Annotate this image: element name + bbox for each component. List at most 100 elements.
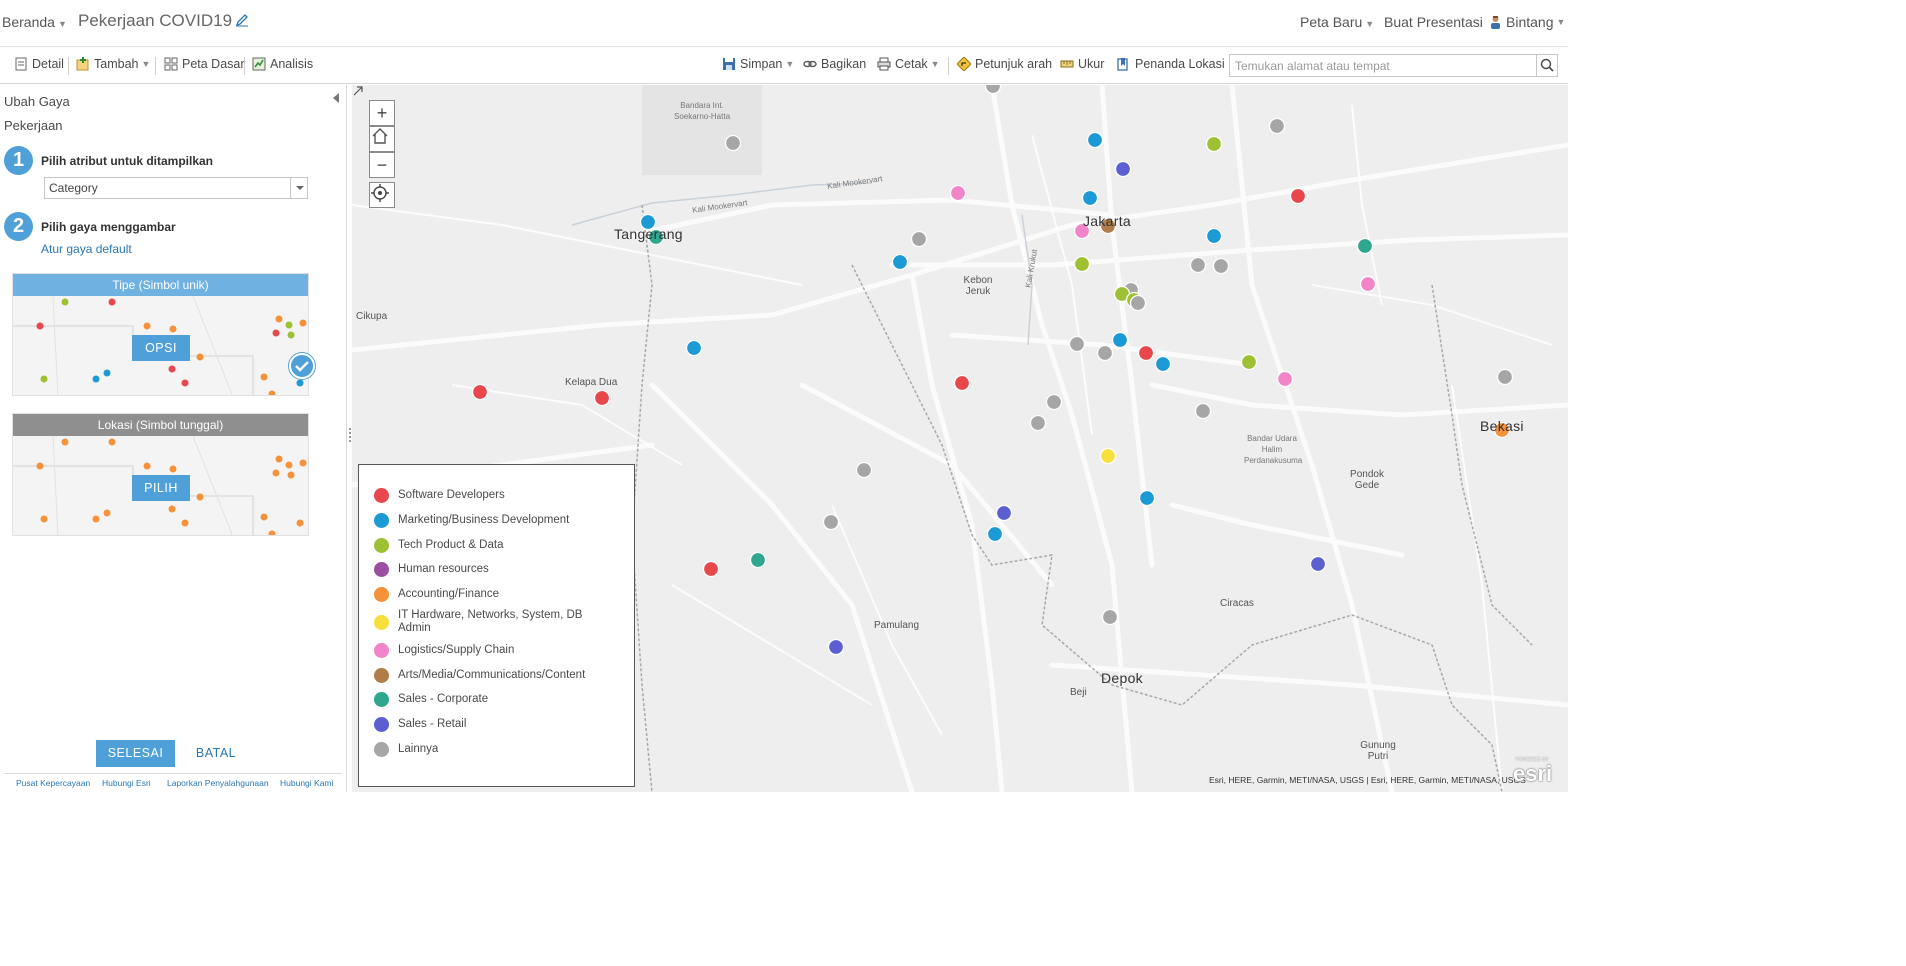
done-button[interactable]: SELESAI xyxy=(96,740,175,767)
directions-icon xyxy=(957,57,971,71)
legend-swatch xyxy=(374,587,389,602)
legend-item: Accounting/Finance xyxy=(374,587,593,602)
share-button[interactable]: Bagikan xyxy=(803,57,866,71)
attribute-select[interactable]: Category xyxy=(44,177,308,199)
details-icon xyxy=(15,57,27,71)
legend-swatch xyxy=(374,692,389,707)
legend-item: Arts/Media/Communications/Content xyxy=(374,668,593,683)
search-button[interactable] xyxy=(1536,54,1558,77)
zoom-in-button[interactable]: + xyxy=(369,100,395,126)
legend-swatch xyxy=(374,538,389,553)
change-style-panel: Ubah Gaya Pekerjaan 1 Pilih atribut untu… xyxy=(0,85,347,792)
esri-logo: esri xyxy=(1513,761,1553,786)
share-link-icon xyxy=(803,60,817,68)
legend-label: Human resources xyxy=(398,563,489,575)
basemap-grid-icon xyxy=(164,57,178,71)
map-label-kebon-jeruk: Kebon Jeruk xyxy=(963,275,993,297)
directions-label: Petunjuk arah xyxy=(975,57,1053,71)
save-button[interactable]: Simpan ▼ xyxy=(722,57,794,71)
legend-label: Logistics/Supply Chain xyxy=(398,644,515,656)
user-name: Bintang xyxy=(1506,14,1554,30)
map-label-cikupa: Cikupa xyxy=(356,311,388,322)
legend-item: Logistics/Supply Chain xyxy=(374,643,593,658)
map-view[interactable]: Bandara Int. Soekarno-Hatta Tangerang Ja… xyxy=(352,85,1568,792)
legend-swatch xyxy=(374,513,389,528)
analysis-icon xyxy=(252,57,266,71)
print-button[interactable]: Cetak ▼ xyxy=(877,57,940,71)
map-label-beji: Beji xyxy=(1070,687,1087,698)
home-menu[interactable]: Beranda ▼ xyxy=(2,14,67,30)
step-2-label: Pilih gaya menggambar xyxy=(41,220,176,234)
layer-name: Pekerjaan xyxy=(4,118,63,133)
locate-button[interactable] xyxy=(369,182,395,208)
set-default-style-link[interactable]: Atur gaya default xyxy=(41,242,132,256)
legend-label: Lainnya xyxy=(398,743,439,755)
map-toolbar: Detail Tambah ▼ Peta Dasar Analisis Simpa… xyxy=(0,46,1568,84)
step-1-label: Pilih atribut untuk ditampilkan xyxy=(41,154,214,168)
legend-label: Tech Product & Data xyxy=(398,539,504,551)
map-label-pamulang: Pamulang xyxy=(874,620,920,631)
select-button[interactable]: PILIH xyxy=(132,475,190,501)
map-label-halim-airport: Bandar Udara Halim Perdanakusuma xyxy=(1244,434,1303,465)
directions-button[interactable]: Petunjuk arah xyxy=(957,57,1052,71)
cancel-button[interactable]: BATAL xyxy=(185,740,247,767)
chevron-down-icon: ▼ xyxy=(141,59,151,69)
step-2-badge: 2 xyxy=(4,212,33,241)
new-map-menu[interactable]: Peta Baru ▼ xyxy=(1300,14,1374,30)
single-symbol-title: Lokasi (Simbol tunggal) xyxy=(13,414,308,436)
map-attribution: Esri, HERE, Garmin, METI/NASA, USGS | Es… xyxy=(1209,775,1526,785)
trust-center-link[interactable]: Pusat Kepercayaan xyxy=(16,778,90,788)
chevron-down-icon: ▼ xyxy=(57,19,67,29)
single-symbol-style-card[interactable]: Lokasi (Simbol tunggal) PILIH xyxy=(12,413,309,536)
panel-resize-handle[interactable] xyxy=(349,428,351,442)
map-legend: Software Developers Marketing/Business D… xyxy=(358,464,635,787)
zoom-out-button[interactable]: − xyxy=(369,152,395,178)
legend-label: Software Developers xyxy=(398,489,505,501)
create-presentation-link[interactable]: Buat Presentasi xyxy=(1384,14,1483,30)
analysis-button[interactable]: Analisis xyxy=(252,57,313,71)
basemap-button[interactable]: Peta Dasar xyxy=(164,57,245,71)
bookmark-icon xyxy=(1117,58,1128,71)
report-abuse-link[interactable]: Laporkan Penyalahgunaan xyxy=(167,778,269,788)
map-label-bekasi: Bekasi xyxy=(1480,418,1524,434)
legend-swatch xyxy=(374,562,389,577)
attribute-selected-value: Category xyxy=(49,181,98,195)
share-label: Bagikan xyxy=(821,57,867,71)
options-button[interactable]: OPSI xyxy=(132,335,190,361)
expand-icon[interactable] xyxy=(352,85,364,97)
contact-esri-link[interactable]: Hubungi Esri xyxy=(102,778,151,788)
analysis-label: Analisis xyxy=(270,57,314,71)
toolbar-divider xyxy=(244,57,245,75)
add-label: Tambah xyxy=(94,57,139,71)
panel-title: Ubah Gaya xyxy=(4,94,70,109)
unique-symbols-style-card[interactable]: Tipe (Simbol unik) OPSI xyxy=(12,273,309,396)
toolbar-divider xyxy=(68,57,69,75)
legend-swatch xyxy=(374,614,389,630)
print-label: Cetak xyxy=(895,57,928,71)
legend-item: Sales - Corporate xyxy=(374,692,593,707)
home-extent-button[interactable] xyxy=(369,126,395,152)
chevron-down-icon xyxy=(290,178,307,198)
unique-symbols-title: Tipe (Simbol unik) xyxy=(13,274,308,296)
home-icon xyxy=(372,128,388,144)
legend-item: Software Developers xyxy=(374,488,593,503)
legend-item: Sales - Retail xyxy=(374,717,593,732)
measure-button[interactable]: Ukur xyxy=(1060,57,1104,71)
legend-item: Tech Product & Data xyxy=(374,538,593,553)
legend-label: Sales - Retail xyxy=(398,718,467,730)
save-disk-icon xyxy=(723,58,735,70)
basemap-label: Peta Dasar xyxy=(182,57,245,71)
legend-label: Marketing/Business Development xyxy=(398,514,570,526)
collapse-panel-icon[interactable] xyxy=(333,93,339,103)
legend-swatch xyxy=(374,717,389,732)
bookmarks-button[interactable]: Penanda Lokasi xyxy=(1117,57,1225,71)
edit-pencil-icon[interactable] xyxy=(235,13,249,27)
legend-item: Lainnya xyxy=(374,742,593,757)
legend-label: Accounting/Finance xyxy=(398,588,500,600)
details-button[interactable]: Detail xyxy=(14,57,64,71)
add-button[interactable]: Tambah ▼ xyxy=(76,57,150,71)
user-menu[interactable]: Bintang ▼ xyxy=(1489,14,1565,30)
address-search-input[interactable]: Temukan alamat atau tempat xyxy=(1229,54,1537,77)
contact-us-link[interactable]: Hubungi Kami xyxy=(280,778,333,788)
legend-label: IT Hardware, Networks, System, DB Admin xyxy=(398,609,583,634)
